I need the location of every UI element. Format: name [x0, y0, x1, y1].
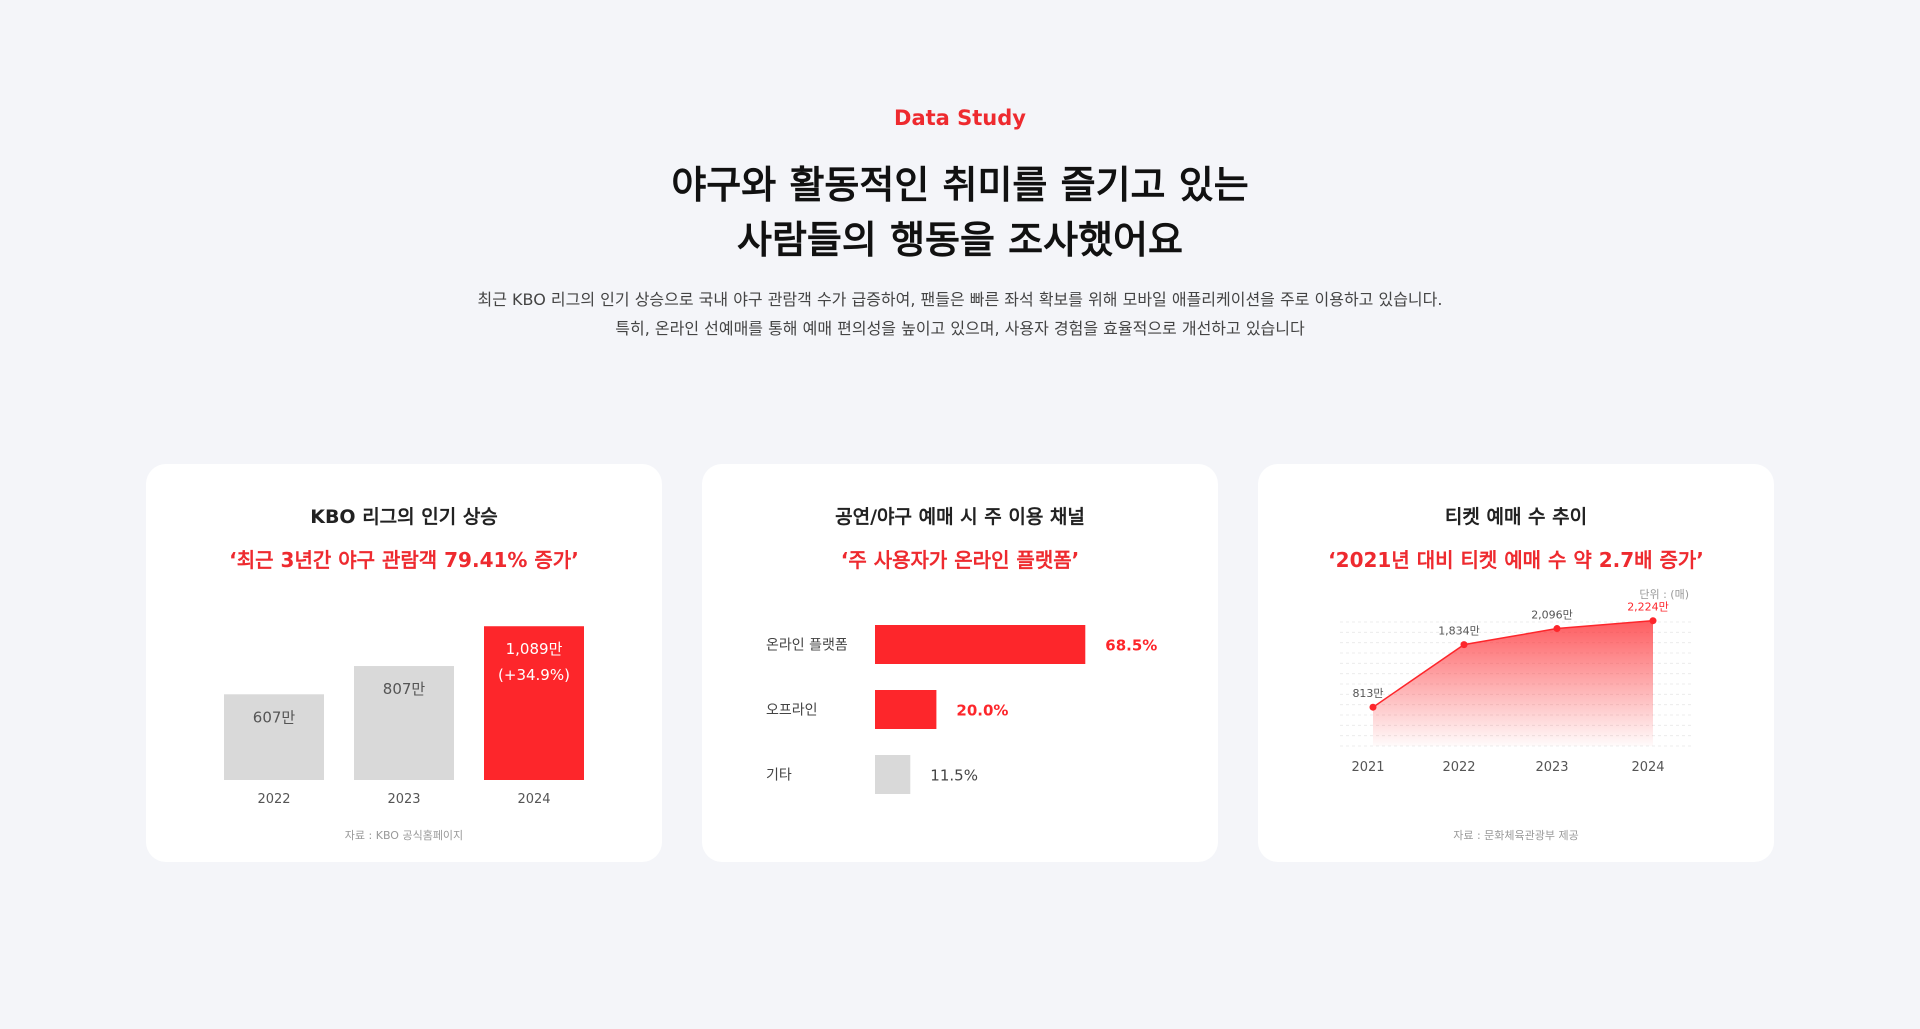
category-label-0: 온라인 플랫폼: [766, 638, 848, 654]
data-point-2022: [1460, 641, 1468, 649]
bar-value-label-0: 68.5%: [1105, 637, 1157, 655]
bar-value-label-1: 20.0%: [956, 702, 1008, 720]
card-booking-channel: 공연/야구 예매 시 주 이용 채널 ‘주 사용자가 온라인 플랫폼’ 온라인 …: [702, 464, 1218, 862]
data-point-2024: [1649, 617, 1657, 625]
card-title: 공연/야구 예매 시 주 이용 채널: [835, 506, 1085, 528]
bar-0: [875, 625, 1086, 664]
x-tick-label-2024: 2024: [1631, 760, 1664, 775]
bar-value-label-2024: 1,089만: [506, 640, 563, 658]
x-tick-label-2023: 2023: [387, 792, 420, 807]
card-subtitle: ‘주 사용자가 온라인 플랫폼’: [840, 548, 1080, 572]
data-point-2023: [1553, 625, 1561, 633]
card-ticket-trend: 티켓 예매 수 추이 ‘2021년 대비 티켓 예매 수 약 2.7배 증가’ …: [1258, 464, 1774, 862]
section-eyebrow: Data Study: [894, 106, 1026, 130]
bar-change-label-2024: (+34.9%): [498, 666, 570, 684]
category-label-2: 기타: [766, 768, 792, 784]
page-title: 야구와 활동적인 취미를 즐기고 있는 사람들의 행동을 조사했어요: [0, 158, 1920, 268]
bar-value-label-2: 11.5%: [930, 767, 978, 785]
card-source: 자료 : KBO 공식홈페이지: [344, 829, 464, 842]
x-tick-label-2021: 2021: [1351, 760, 1384, 775]
page-title-line-1: 야구와 활동적인 취미를 즐기고 있는: [671, 163, 1249, 207]
bar-1: [875, 690, 937, 729]
channel-bar-chart: 온라인 플랫폼 68.5% 오프라인 20.0% 기타 11.5%: [766, 625, 1157, 794]
card-kbo-popularity: KBO 리그의 인기 상승 ‘최근 3년간 야구 관람객 79.41% 증가’ …: [146, 464, 662, 862]
data-point-2021: [1369, 703, 1377, 711]
data-label-2024: 2,224만: [1627, 601, 1669, 614]
x-tick-label-2024: 2024: [517, 792, 550, 807]
card-subtitle: ‘2021년 대비 티켓 예매 수 약 2.7배 증가’: [1328, 548, 1704, 572]
data-label-2022: 1,834만: [1438, 625, 1480, 638]
page-description: 최근 KBO 리그의 인기 상승으로 국내 야구 관람객 수가 급증하여, 팬들…: [0, 285, 1920, 343]
x-tick-label-2022: 2022: [1442, 760, 1475, 775]
description-line-1: 최근 KBO 리그의 인기 상승으로 국내 야구 관람객 수가 급증하여, 팬들…: [477, 290, 1443, 309]
attendance-bar-chart: 607만 2022 807만 2023 1,089만 (+34.9%) 2024: [224, 626, 584, 807]
x-tick-label-2023: 2023: [1535, 760, 1568, 775]
series-area: [1373, 620, 1653, 746]
data-label-2023: 2,096만: [1531, 609, 1573, 622]
bar-value-label-2023: 807만: [383, 680, 426, 698]
card-source: 자료 : 문화체육관광부 제공: [1453, 829, 1579, 842]
description-line-2: 특히, 온라인 선예매를 통해 예매 편의성을 높이고 있으며, 사용자 경험을…: [615, 319, 1305, 338]
unit-label: 단위 : (매): [1639, 588, 1689, 601]
data-label-2021: 813만: [1352, 687, 1383, 700]
ticket-area-chart: 단위 : (매) 813만 2021 1,834만 2022 2,096만 2023 2,22…: [1340, 588, 1694, 775]
x-tick-label-2022: 2022: [257, 792, 290, 807]
bar-2: [875, 755, 911, 794]
bar-value-label-2022: 607만: [253, 708, 296, 726]
category-label-1: 오프라인: [766, 703, 818, 719]
page-title-line-2: 사람들의 행동을 조사했어요: [737, 218, 1183, 262]
card-title: 티켓 예매 수 추이: [1444, 506, 1588, 528]
bar-2022: [224, 694, 324, 780]
